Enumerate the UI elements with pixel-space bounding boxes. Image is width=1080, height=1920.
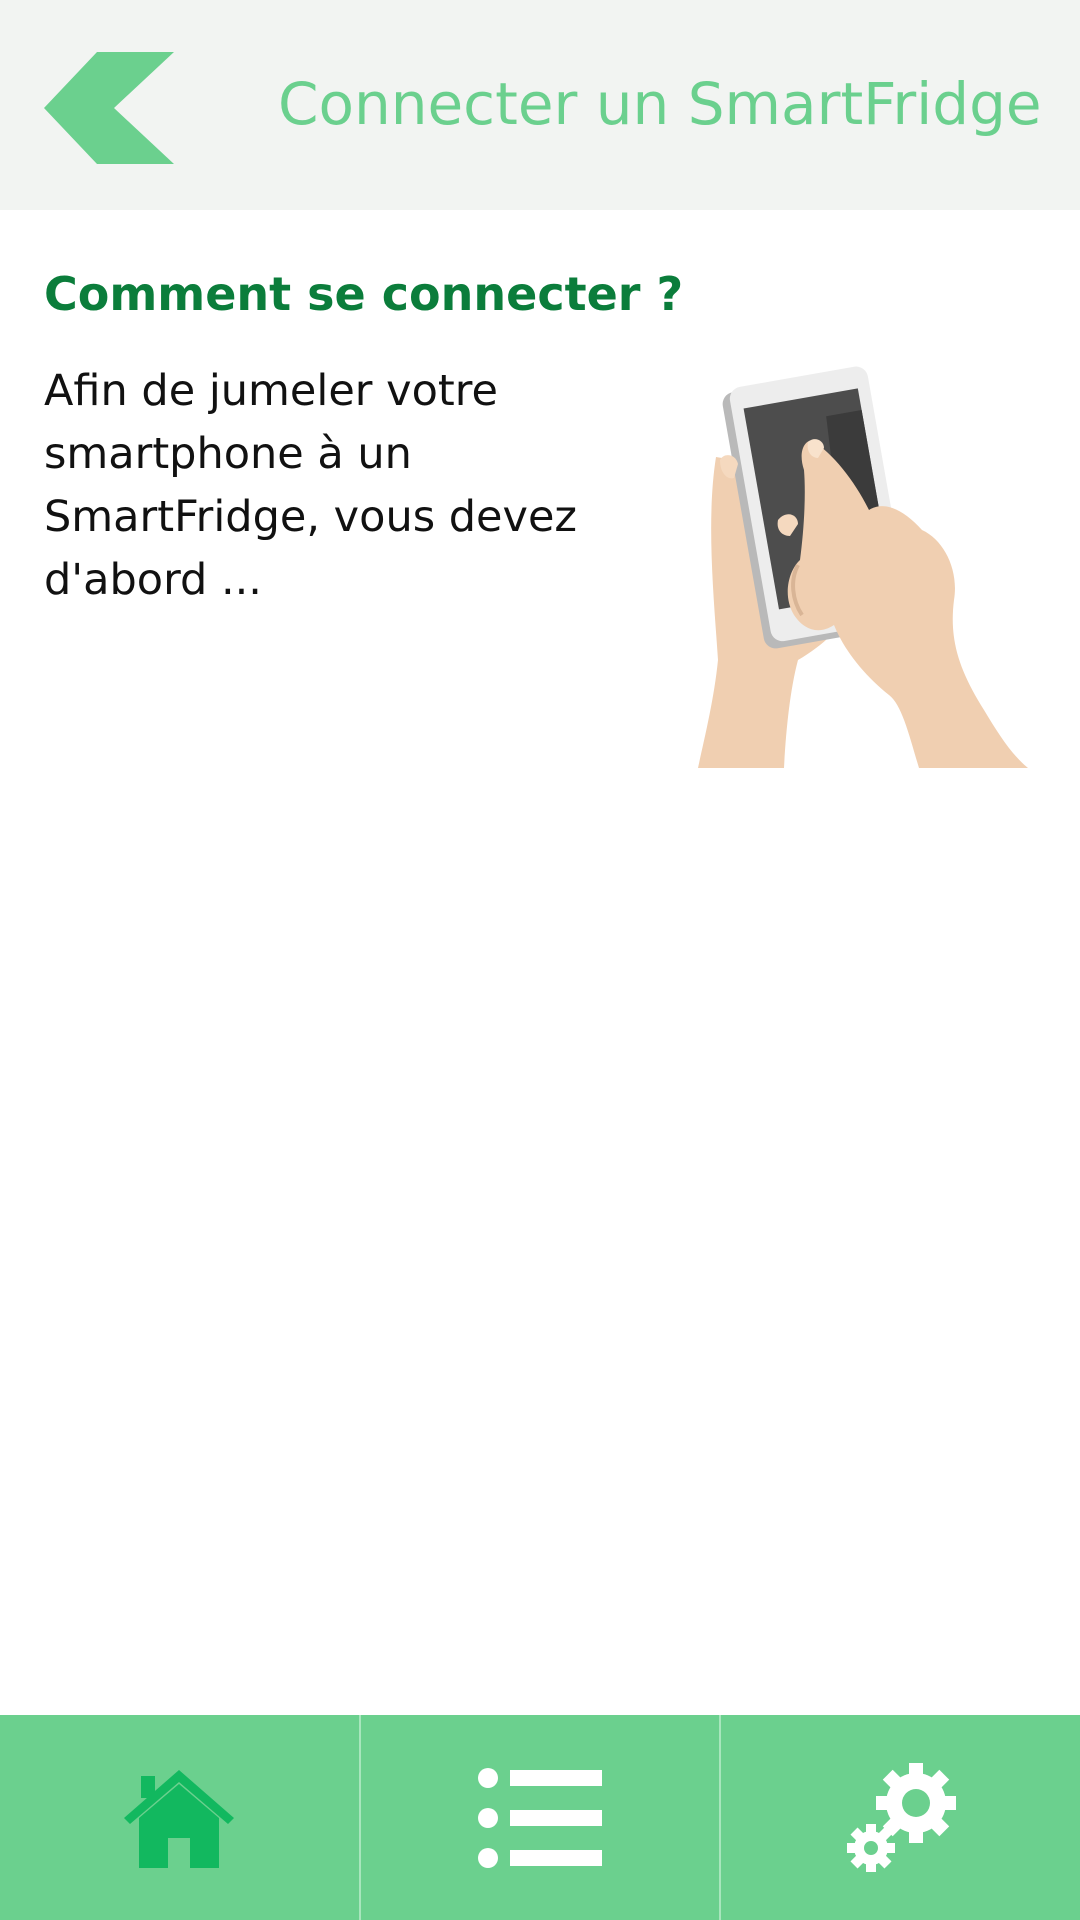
phone-illustration [694, 360, 1034, 768]
nav-settings[interactable] [719, 1715, 1080, 1920]
nav-home[interactable] [0, 1715, 359, 1920]
back-button[interactable] [44, 52, 184, 164]
intro-text: Afin de jumeler votre smartphone à un Sm… [44, 366, 577, 605]
home-icon [124, 1769, 235, 1868]
nav-list[interactable] [358, 1715, 720, 1920]
bottom-nav [0, 1715, 1080, 1920]
page-title: Connecter un SmartFridge [278, 70, 1042, 138]
chevron-left-icon [44, 52, 174, 164]
main-content: Comment se connecter ? Afin de jumeler v… [0, 210, 1080, 1715]
list-icon [478, 1767, 602, 1868]
top-app-bar: Connecter un SmartFridge [0, 0, 1080, 210]
section-heading: Comment se connecter ? [44, 267, 684, 321]
hand-phone-illustration [698, 366, 1028, 768]
gears-icon [846, 1762, 956, 1872]
